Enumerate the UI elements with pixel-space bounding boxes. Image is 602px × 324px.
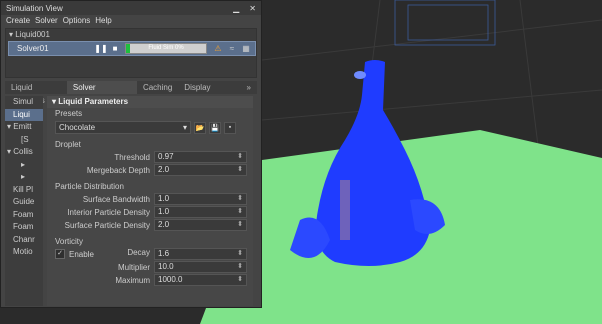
sidebar-item-foam2[interactable]: Foam xyxy=(5,221,43,234)
menu-help[interactable]: Help xyxy=(95,16,111,25)
tab-display-settings[interactable]: Display Settings xyxy=(178,81,240,105)
sim-progress: Fluid Sim 0% xyxy=(125,43,207,54)
threshold-label: Threshold xyxy=(114,152,150,162)
maximum-spinner[interactable]: 1000.0 xyxy=(154,274,247,286)
window-title: Simulation View xyxy=(6,3,63,13)
liquid-name: Liquid001 xyxy=(15,30,50,39)
stop-icon[interactable]: ■ xyxy=(111,44,119,53)
menu-create[interactable]: Create xyxy=(6,16,30,25)
parameter-sidebar: Simul Liqui ▾ Emitt [S ▾ Collis ▸ ▸ Kill… xyxy=(5,96,43,306)
sidebar-item-liquid[interactable]: Liqui xyxy=(5,108,43,121)
surface-density-spinner[interactable]: 2.0 xyxy=(154,219,247,231)
surface-bandwidth-spinner[interactable]: 1.0 xyxy=(154,193,247,205)
sidebar-item-emitters[interactable]: ▾ Emitt xyxy=(5,121,43,134)
mergeback-spinner[interactable]: 2.0 xyxy=(154,164,247,176)
tab-solver-parameters[interactable]: Solver Parameters xyxy=(66,81,137,105)
decay-spinner[interactable]: 1.6 xyxy=(154,248,247,260)
grid-icon[interactable]: ▦ xyxy=(241,44,251,54)
surface-bandwidth-label: Surface Bandwidth xyxy=(82,194,150,204)
pause-icon[interactable]: ❚❚ xyxy=(94,44,107,53)
interior-density-spinner[interactable]: 1.0 xyxy=(154,206,247,218)
sidebar-item-motion[interactable]: Motio xyxy=(5,246,43,259)
progress-text: Fluid Sim 0% xyxy=(148,45,184,51)
menu-bar: Create Solver Options Help xyxy=(1,15,261,26)
section-header[interactable]: ▾ Liquid Parameters xyxy=(47,96,253,108)
multiplier-spinner[interactable]: 10.0 xyxy=(154,261,247,273)
sidebar-item-kill-plane[interactable]: Kill Pl xyxy=(5,184,43,197)
delete-preset-icon[interactable]: ▪ xyxy=(224,121,236,134)
sidebar-item-collision-sub1[interactable]: ▸ xyxy=(5,159,43,172)
load-preset-icon[interactable]: 📂 xyxy=(194,121,206,134)
sidebar-label: Emitt xyxy=(13,122,32,131)
sidebar-item-channels[interactable]: Chanr xyxy=(5,234,43,247)
sidebar-label: Collis xyxy=(13,147,33,156)
wave-icon[interactable]: ≈ xyxy=(227,44,237,54)
menu-options[interactable]: Options xyxy=(63,16,91,25)
maximum-label: Maximum xyxy=(115,275,150,285)
section-title: Liquid Parameters xyxy=(58,97,129,106)
interior-density-label: Interior Particle Density xyxy=(67,207,150,217)
preset-row: Chocolate ▾ 📂 💾 ▪ xyxy=(55,121,247,134)
tab-caching[interactable]: Caching xyxy=(137,81,178,94)
tab-liquid-attributes[interactable]: Liquid Attributes xyxy=(5,81,67,105)
surface-density-label: Surface Particle Density xyxy=(64,220,150,230)
preset-value: Chocolate xyxy=(59,123,96,132)
presets-label: Presets xyxy=(55,109,83,118)
liquid-parameters-panel: ▾ Liquid Parameters Presets Chocolate ▾ 📂… xyxy=(47,96,253,306)
vorticity-label: Vorticity xyxy=(55,237,84,246)
solver-row[interactable]: Solver01 ❚❚ ■ Fluid Sim 0% ⚠ ≈ ▦ xyxy=(8,41,256,56)
threshold-spinner[interactable]: 0.97 xyxy=(154,151,247,163)
sidebar-item-collisions[interactable]: ▾ Collis xyxy=(5,146,43,159)
enable-label: Enable xyxy=(69,249,94,259)
enable-checkbox[interactable]: ✓ xyxy=(55,249,65,259)
simulation-tree: ▾ Liquid001 Solver01 ❚❚ ■ Fluid Sim 0% ⚠… xyxy=(5,28,257,78)
tree-liquid[interactable]: ▾ Liquid001 xyxy=(9,30,50,39)
sidebar-item-sub[interactable]: [S xyxy=(5,134,43,147)
menu-solver[interactable]: Solver xyxy=(35,16,58,25)
multiplier-label: Multiplier xyxy=(117,262,150,272)
droplet-label: Droplet xyxy=(55,140,81,149)
sidebar-item-guide[interactable]: Guide xyxy=(5,196,43,209)
chevron-down-icon: ▾ xyxy=(182,123,187,132)
mergeback-label: Mergeback Depth xyxy=(86,165,150,175)
warning-icon[interactable]: ⚠ xyxy=(213,44,223,54)
minimize-icon[interactable]: ▁ xyxy=(233,4,239,13)
decay-label: Decay xyxy=(127,248,150,257)
close-icon[interactable]: ✕ xyxy=(249,4,256,13)
sidebar-item-simulation[interactable]: Simul xyxy=(5,96,43,109)
tabs-more-button[interactable]: » xyxy=(241,81,257,94)
tab-bar: Liquid Attributes Solver Parameters Cach… xyxy=(5,81,257,105)
particle-distribution-label: Particle Distribution xyxy=(55,182,124,191)
sidebar-item-foam1[interactable]: Foam xyxy=(5,209,43,222)
save-preset-icon[interactable]: 💾 xyxy=(209,121,221,134)
title-bar: Simulation View ▁ ✕ xyxy=(1,1,261,15)
simulation-view-panel: Simulation View ▁ ✕ Create Solver Option… xyxy=(0,0,262,308)
sidebar-item-collision-sub2[interactable]: ▸ xyxy=(5,171,43,184)
preset-dropdown[interactable]: Chocolate ▾ xyxy=(55,121,191,134)
solver-name: Solver01 xyxy=(17,44,49,53)
